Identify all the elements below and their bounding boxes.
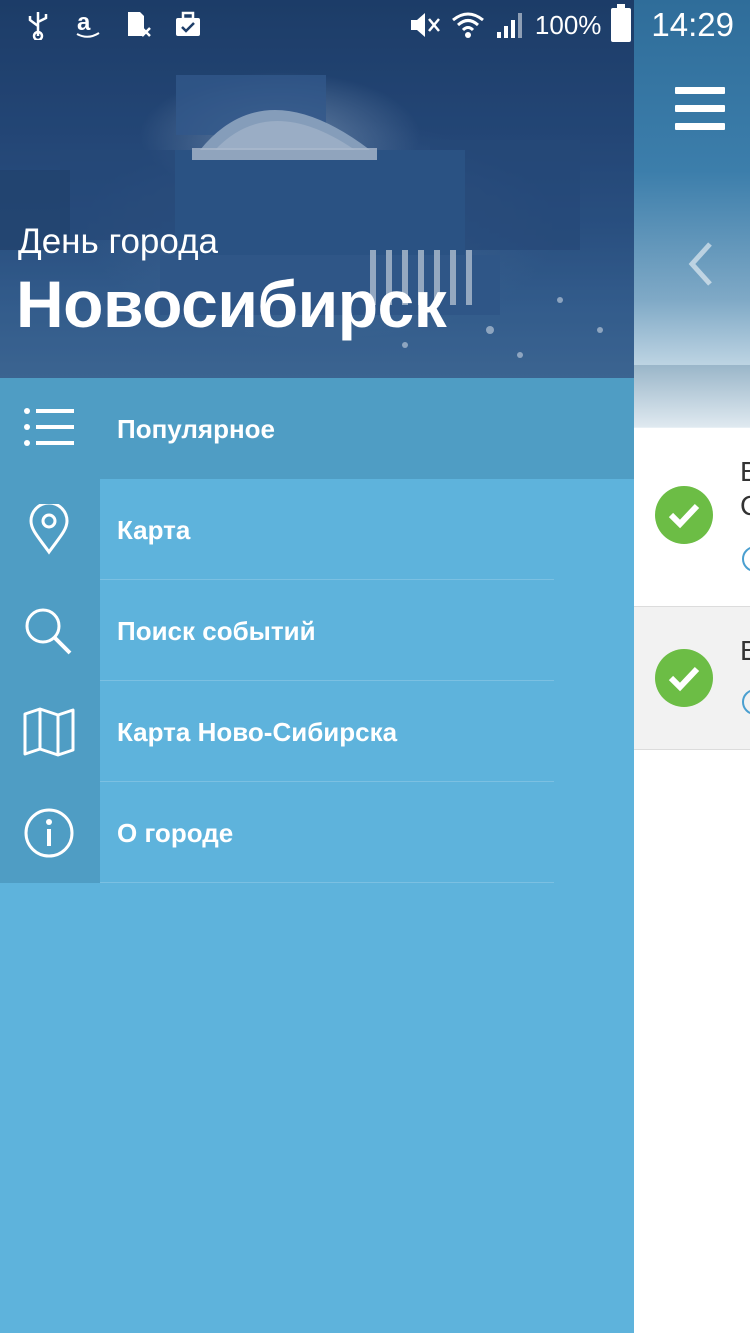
menu-item-label: О городе [117, 818, 234, 848]
svg-text:a: a [77, 10, 91, 36]
list-item-title: В [740, 456, 750, 487]
menu-icon-cell [0, 479, 100, 580]
list-item-subtitle: С [740, 490, 750, 522]
navigation-drawer: День города Новосибирск Популярное Карта… [0, 0, 634, 1333]
menu-icon-cell [0, 378, 100, 479]
menu-item-label: Карта [117, 515, 191, 545]
usb-icon [28, 12, 48, 40]
wifi-icon [451, 12, 484, 38]
briefcase-icon [176, 11, 200, 36]
menu-item-popular[interactable]: Популярное [0, 378, 634, 479]
drawer-title: Новосибирск [16, 267, 447, 341]
battery-percent: 100% [534, 9, 602, 40]
clock-icon [742, 689, 750, 715]
menu-item-label: Популярное [117, 414, 276, 444]
search-icon [25, 608, 72, 655]
screen: В С В [0, 0, 750, 1333]
menu-icon-cell [0, 782, 100, 883]
menu-icon-cell [0, 580, 100, 681]
menu-item-event-search[interactable]: Поиск событий [0, 580, 634, 681]
list-item-title: В [740, 635, 750, 666]
menu-item-label: Карта Ново-Сибирска [117, 717, 398, 747]
clock-icon [742, 546, 750, 572]
list-icon [24, 408, 74, 446]
background-list-item[interactable]: В [634, 607, 750, 750]
drawer-header: День города Новосибирск [0, 0, 634, 378]
mute-icon [410, 13, 440, 37]
status-bar: a 100% 14:29 [0, 0, 750, 54]
chevron-left-icon[interactable] [686, 240, 714, 288]
drawer-menu: Популярное Карта Поиск событий Карта Нов… [0, 378, 634, 883]
clock-time: 14:29 [651, 6, 734, 43]
check-circle-icon [655, 649, 713, 707]
menu-item-map[interactable]: Карта [0, 479, 634, 580]
battery-icon [611, 4, 632, 42]
menu-item-about-city[interactable]: О городе [0, 782, 634, 883]
menu-icon-cell [0, 681, 100, 782]
menu-divider [100, 882, 554, 883]
sim-icon [128, 12, 151, 37]
location-pin-icon [29, 504, 69, 555]
drawer-subtitle: День города [18, 222, 218, 261]
amazon-icon: a [76, 10, 100, 38]
menu-item-novosibirsk-map[interactable]: Карта Ново-Сибирска [0, 681, 634, 782]
background-header-band [634, 365, 750, 427]
map-icon [23, 707, 75, 757]
menu-item-label: Поиск событий [117, 616, 316, 646]
check-circle-icon [655, 486, 713, 544]
signal-icon [496, 13, 522, 38]
background-list-item[interactable]: В С [634, 428, 750, 607]
info-icon [24, 808, 74, 858]
hamburger-menu-icon[interactable] [675, 87, 725, 133]
background-header-image [634, 0, 750, 428]
